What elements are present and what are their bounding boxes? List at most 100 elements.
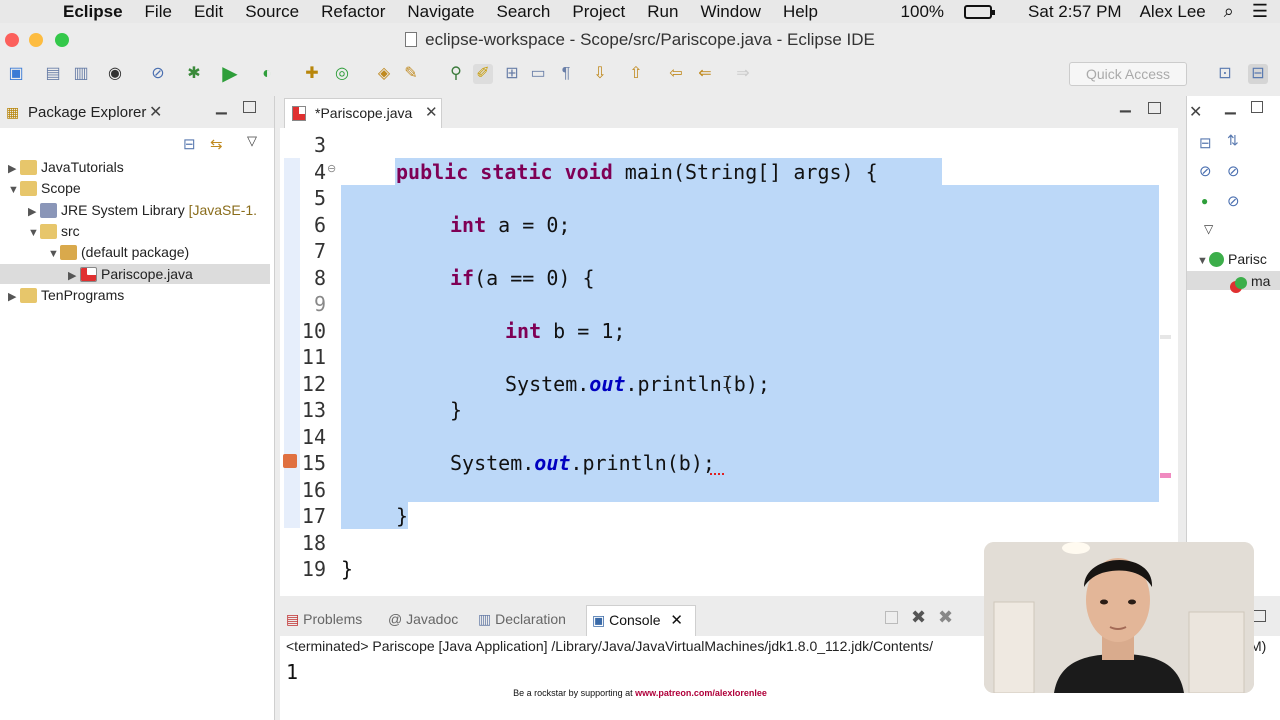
hide-fields-icon[interactable]: ⊘ — [1199, 162, 1212, 180]
new-icon[interactable]: ▣ — [6, 64, 26, 84]
word-wrap-icon[interactable]: ⊞ — [502, 64, 522, 84]
package-explorer-title[interactable]: Package Explorer — [28, 104, 146, 121]
code-line-19[interactable]: } — [341, 557, 353, 581]
code-line-15[interactable]: System.out.println(b); — [450, 451, 715, 475]
outline-item-class[interactable]: ▼ Parisc — [1197, 251, 1267, 267]
patreon-link[interactable]: www.patreon.com/alexlorenlee — [635, 688, 767, 698]
spotlight-icon[interactable]: ⌕ — [1224, 1, 1234, 22]
code-line-6[interactable]: int a = 0; — [450, 213, 570, 237]
maximize-icon[interactable] — [243, 101, 256, 113]
new-java-project-icon[interactable]: ✚ — [302, 64, 322, 84]
maximize-icon[interactable] — [1251, 101, 1263, 113]
minimize-icon[interactable]: ▁ — [1225, 98, 1236, 115]
hide-local-types-icon[interactable]: ⊘ — [1227, 192, 1240, 210]
menu-window[interactable]: Window — [700, 2, 760, 22]
tree-item-default-package[interactable]: ▼ (default package) — [48, 244, 189, 260]
menu-edit[interactable]: Edit — [194, 2, 223, 22]
clock[interactable]: Sat 2:57 PM — [1028, 2, 1122, 22]
save-all-icon[interactable]: ▥ — [71, 64, 91, 84]
expand-arrow-icon[interactable]: ▶ — [8, 290, 20, 303]
overview-ruler-marker[interactable] — [1160, 335, 1171, 339]
minimize-icon[interactable]: ▁ — [216, 98, 227, 115]
expand-arrow-icon[interactable]: ▶ — [28, 205, 40, 218]
last-edit-icon[interactable]: ⇦ — [666, 64, 686, 84]
remove-launch-icon[interactable]: ✖ — [911, 607, 926, 628]
open-task-icon[interactable]: ✎ — [401, 64, 421, 84]
fold-icon[interactable]: ⊖ — [327, 162, 336, 175]
remove-all-launches-icon[interactable]: ✖ — [938, 607, 953, 628]
collapse-arrow-icon[interactable]: ▼ — [48, 248, 60, 260]
minimize-icon[interactable]: ▁ — [1120, 96, 1131, 113]
menu-project[interactable]: Project — [572, 2, 625, 22]
code-line-10[interactable]: int b = 1; — [505, 319, 625, 343]
back-icon[interactable]: ⇐ — [695, 64, 715, 84]
link-with-editor-icon[interactable]: ⇆ — [210, 135, 223, 153]
overview-ruler-error-marker[interactable] — [1160, 473, 1171, 478]
hide-non-public-icon[interactable]: ● — [1201, 194, 1208, 208]
tab-console[interactable]: ▣ Console ✕ — [592, 611, 683, 629]
menu-help[interactable]: Help — [783, 2, 818, 22]
previous-annotation-icon[interactable]: ⇧ — [626, 64, 646, 84]
tab-javadoc[interactable]: @ Javadoc — [388, 611, 458, 627]
sort-icon[interactable]: ⇅ — [1227, 132, 1239, 149]
collapse-all-icon[interactable]: ⊟ — [183, 135, 196, 153]
tree-item-pariscope-java[interactable]: ▶ Pariscope.java — [68, 266, 193, 282]
code-editor[interactable]: *Pariscope.java ✕ ▁ 3 4 ⊖ 5 6 7 8 9 10 1… — [280, 96, 1178, 596]
tab-declaration[interactable]: ▥ Declaration — [478, 611, 566, 628]
code-line-4[interactable]: public static void main(String[] args) { — [396, 160, 878, 184]
user-name[interactable]: Alex Lee — [1140, 2, 1206, 22]
menu-app-name[interactable]: Eclipse — [63, 2, 123, 22]
close-icon[interactable]: ✕ — [670, 612, 683, 629]
maximize-icon[interactable] — [1253, 610, 1266, 622]
menu-navigate[interactable]: Navigate — [407, 2, 474, 22]
close-tab-icon[interactable]: ✕ — [425, 99, 438, 127]
run-external-icon[interactable]: ◐ — [257, 64, 277, 84]
collapse-arrow-icon[interactable]: ▼ — [1197, 255, 1209, 267]
save-icon[interactable]: ▤ — [43, 64, 63, 84]
menu-source[interactable]: Source — [245, 2, 299, 22]
battery-status[interactable]: 100% — [901, 2, 1010, 22]
tree-item-tenprograms[interactable]: ▶ TenPrograms — [8, 287, 124, 303]
notification-center-icon[interactable]: ☰ — [1252, 1, 1268, 22]
expand-arrow-icon[interactable]: ▶ — [8, 162, 20, 175]
next-annotation-icon[interactable]: ⇩ — [590, 64, 610, 84]
tree-item-scope[interactable]: ▼ Scope — [8, 180, 81, 196]
skip-breakpoints-icon[interactable]: ⊘ — [148, 64, 168, 84]
run-icon[interactable]: ▶ — [220, 64, 240, 84]
tab-problems[interactable]: ▤ Problems — [286, 611, 362, 628]
expand-arrow-icon[interactable]: ▶ — [68, 269, 80, 282]
tree-item-javatutorials[interactable]: ▶ JavaTutorials — [8, 159, 124, 175]
close-icon[interactable]: ✕ — [1189, 102, 1202, 122]
hide-static-icon[interactable]: ⊘ — [1227, 162, 1240, 180]
menu-file[interactable]: File — [145, 2, 172, 22]
profile-icon[interactable]: ◉ — [105, 64, 125, 84]
menu-search[interactable]: Search — [496, 2, 550, 22]
outline-item-main[interactable]: ma — [1235, 273, 1270, 289]
open-perspective-icon[interactable]: ⊡ — [1215, 64, 1235, 84]
terminate-icon[interactable] — [885, 611, 898, 624]
console-output[interactable]: 1 — [286, 660, 298, 684]
menu-run[interactable]: Run — [647, 2, 678, 22]
code-line-13[interactable]: } — [450, 398, 462, 422]
menu-refactor[interactable]: Refactor — [321, 2, 385, 22]
mark-occurrences-icon[interactable]: ✐ — [473, 64, 493, 84]
quick-access-input[interactable]: Quick Access — [1069, 62, 1187, 86]
collapse-arrow-icon[interactable]: ▼ — [8, 184, 20, 196]
new-class-icon[interactable]: ◎ — [332, 64, 352, 84]
tree-item-src[interactable]: ▼ src — [28, 223, 80, 239]
block-selection-icon[interactable]: ▭ — [528, 64, 548, 84]
close-icon[interactable]: ✕ — [149, 102, 162, 122]
editor-tab-pariscope[interactable]: *Pariscope.java ✕ — [284, 98, 442, 128]
show-whitespace-icon[interactable]: ¶ — [556, 64, 576, 84]
search-icon[interactable]: ⚲ — [446, 64, 466, 84]
tree-item-jre-library[interactable]: ▶ JRE System Library [JavaSE-1. — [28, 202, 257, 218]
code-line-8[interactable]: if(a == 0) { — [450, 266, 595, 290]
maximize-icon[interactable] — [1148, 102, 1161, 114]
debug-icon[interactable]: ✱ — [184, 64, 204, 84]
view-menu-icon[interactable]: ▽ — [1204, 222, 1213, 236]
view-menu-icon[interactable]: ▽ — [247, 133, 257, 149]
java-perspective-icon[interactable]: ⊟ — [1248, 64, 1268, 84]
code-line-17[interactable]: } — [396, 504, 408, 528]
open-type-icon[interactable]: ◈ — [374, 64, 394, 84]
collapse-arrow-icon[interactable]: ▼ — [28, 227, 40, 239]
